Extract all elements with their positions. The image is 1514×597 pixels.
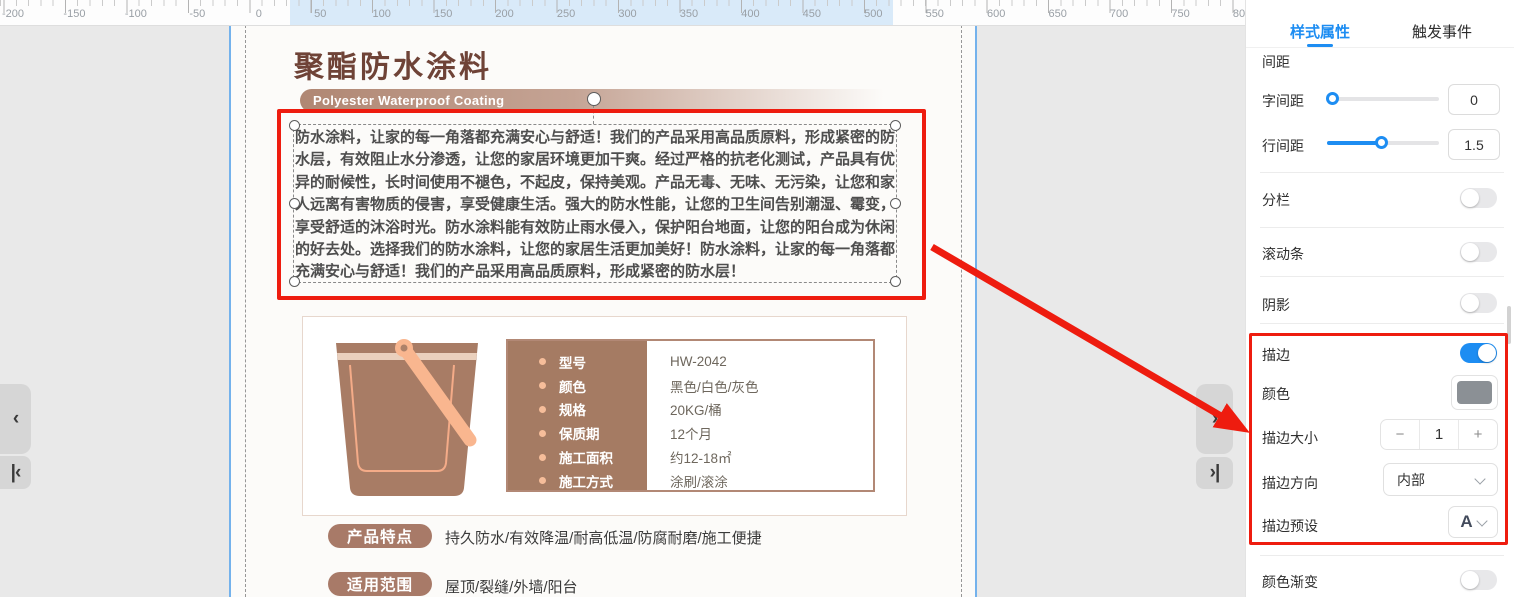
spec-value: 涂刷/滚涂	[647, 471, 728, 491]
spec-row: 保质期 12个月	[508, 421, 873, 445]
bullet-icon	[539, 477, 546, 484]
skip-to-end-button[interactable]: ›|	[1196, 457, 1233, 489]
ruler-tick-label: 750	[1171, 8, 1189, 20]
line-spacing-slider-handle[interactable]	[1375, 136, 1388, 149]
spec-row: 型号 HW-2042	[508, 350, 873, 374]
tab-trigger-events[interactable]: 触发事件	[1412, 21, 1472, 42]
letter-spacing-slider-handle[interactable]	[1326, 92, 1339, 105]
rotate-handle[interactable]	[587, 92, 601, 106]
columns-toggle[interactable]	[1460, 188, 1497, 208]
skip-to-end-icon: ›|	[1210, 462, 1220, 484]
spec-label: 保质期	[559, 423, 600, 443]
divider	[1260, 172, 1504, 173]
line-spacing-value[interactable]: 1.5	[1448, 129, 1500, 160]
horizontal-ruler: -200 -150 -100 -50 0 50 100 150 200 250 300 350 400 4…	[0, 0, 1245, 26]
page-guide-left	[229, 25, 231, 597]
spec-row: 颜色 黑色/白色/灰色	[508, 374, 873, 398]
spec-row: 施工方式 涂刷/滚涂	[508, 469, 873, 493]
ruler-tick-label: 650	[1048, 8, 1066, 20]
ruler-tick-label: 150	[434, 8, 452, 20]
ruler-tick-label: 200	[495, 8, 513, 20]
skip-to-start-icon: |‹	[11, 462, 21, 484]
toggle-knob	[1461, 189, 1479, 207]
shadow-toggle[interactable]	[1460, 293, 1497, 313]
bullet-icon	[539, 454, 546, 461]
prev-page-button[interactable]: ‹	[0, 384, 31, 454]
ruler-tick-label: 300	[618, 8, 636, 20]
ruler-tick-label: 100	[373, 8, 391, 20]
divider	[1260, 227, 1504, 228]
paint-bucket-illustration	[322, 338, 492, 500]
ruler-tick-label: 450	[803, 8, 821, 20]
ruler-tick-label: 550	[926, 8, 944, 20]
bullet-icon	[539, 430, 546, 437]
spec-rows: 型号 HW-2042 颜色 黑色/白色/灰色规格 20KG/桶保质期 12个月施工面积 约1…	[508, 341, 873, 493]
page-title[interactable]: 聚酯防水涂料	[294, 42, 492, 86]
scope-pill: 适用范围	[328, 572, 432, 596]
bullet-icon	[539, 382, 546, 389]
toggle-knob	[1461, 294, 1479, 312]
features-text: 持久防水/有效降温/耐高低温/防腐耐磨/施工便捷	[445, 527, 762, 548]
ruler-tick-label: 400	[741, 8, 759, 20]
shadow-label: 阴影	[1262, 295, 1290, 315]
ruler-tick-label: -200	[2, 8, 24, 20]
spec-value: 黑色/白色/灰色	[647, 376, 759, 396]
tab-style-properties[interactable]: 样式属性	[1290, 21, 1350, 42]
spec-table[interactable]: 型号 HW-2042 颜色 黑色/白色/灰色规格 20KG/桶保质期 12个月施工面积 约1…	[506, 339, 875, 492]
columns-label: 分栏	[1262, 190, 1290, 210]
spec-label: 规格	[559, 399, 586, 419]
spec-value: 约12-18㎡	[647, 447, 732, 467]
spec-value: HW-2042	[647, 354, 727, 369]
ruler-tick-label: -100	[125, 8, 147, 20]
spec-row: 施工面积 约12-18㎡	[508, 445, 873, 469]
annotation-box-textblock	[277, 109, 926, 300]
first-page-button[interactable]: |‹	[0, 456, 31, 489]
ruler-tick-label: 250	[557, 8, 575, 20]
toggle-knob	[1461, 571, 1479, 589]
spec-label: 型号	[559, 352, 586, 372]
spec-row: 规格 20KG/桶	[508, 398, 873, 422]
letter-spacing-value[interactable]: 0	[1448, 84, 1500, 115]
gradient-toggle[interactable]	[1460, 570, 1497, 590]
spec-label: 施工面积	[559, 447, 613, 467]
ruler-tick-label: -150	[63, 8, 85, 20]
scrollbar-label: 滚动条	[1262, 244, 1304, 264]
spec-label: 施工方式	[559, 471, 613, 491]
divider	[1260, 276, 1504, 277]
ruler-tick-label: 700	[1110, 8, 1128, 20]
divider	[1260, 555, 1504, 556]
letter-spacing-slider[interactable]	[1327, 97, 1439, 101]
ruler-tick-label: 500	[864, 8, 882, 20]
app-root: -200 -150 -100 -50 0 50 100 150 200 250 300 350 400 4…	[0, 0, 1514, 597]
bullet-icon	[539, 358, 546, 365]
annotation-arrow	[915, 233, 1255, 438]
tab-bar-border	[1246, 47, 1514, 48]
toggle-knob	[1461, 243, 1479, 261]
artboard-dashed-left	[245, 25, 246, 597]
ruler-tick-label: 350	[680, 8, 698, 20]
features-pill: 产品特点	[328, 524, 432, 548]
spec-value: 12个月	[647, 423, 712, 443]
scope-text: 屋顶/裂缝/外墙/阳台	[445, 576, 578, 597]
subtitle-text: Polyester Waterproof Coating	[300, 93, 504, 108]
spec-value: 20KG/桶	[647, 399, 722, 419]
chevron-left-icon: ‹	[13, 408, 18, 430]
section-spacing-label: 间距	[1262, 52, 1290, 72]
gradient-label: 颜色渐变	[1262, 572, 1318, 592]
divider	[1260, 323, 1504, 324]
annotation-box-stroke-section	[1249, 333, 1508, 545]
ruler-tick-label: -50	[189, 8, 205, 20]
scrollbar-toggle[interactable]	[1460, 242, 1497, 262]
bullet-icon	[539, 406, 546, 413]
line-spacing-label: 行间距	[1262, 136, 1304, 156]
ruler-tick-label: 600	[987, 8, 1005, 20]
letter-spacing-label: 字间距	[1262, 91, 1304, 111]
ruler-tick-label: 50	[314, 8, 326, 20]
spec-label: 颜色	[559, 376, 586, 396]
ruler-tick-label: 0	[256, 8, 262, 20]
slider-fill	[1327, 141, 1382, 145]
